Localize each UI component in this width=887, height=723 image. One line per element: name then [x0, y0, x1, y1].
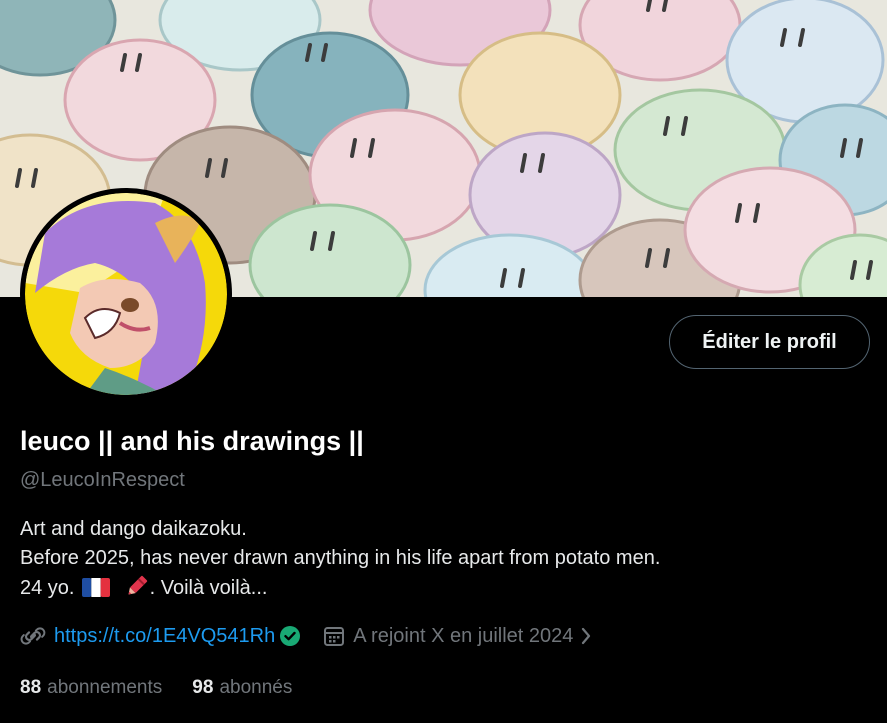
- following-count: 88: [20, 677, 42, 698]
- bio-line-3-start: 24 yo.: [20, 577, 75, 599]
- user-handle: @LeucoInRespect: [20, 469, 185, 491]
- following-link[interactable]: 88 abonnements: [20, 677, 162, 699]
- edit-profile-button[interactable]: Éditer le profil: [669, 315, 870, 369]
- bio-line-3: 24 yo. . Voilà voilà...: [20, 573, 660, 603]
- profile-avatar[interactable]: [20, 188, 232, 400]
- link-icon: [20, 627, 46, 645]
- france-flag-icon: [82, 578, 111, 597]
- bio-line-3-end: . Voilà voilà...: [149, 577, 268, 599]
- avatar-illustration: [25, 193, 227, 395]
- followers-count: 98: [192, 677, 214, 698]
- chevron-right-icon[interactable]: [579, 625, 593, 647]
- profile-bio: Art and dango daikazoku. Before 2025, ha…: [20, 515, 660, 603]
- following-label: abonnements: [47, 677, 163, 698]
- profile-meta: https://t.co/1E4VQ541Rh A rejoint X en j…: [20, 622, 593, 650]
- verified-check-icon: [280, 626, 301, 646]
- followers-label: abonnés: [219, 677, 293, 698]
- profile-stats: 88 abonnements 98 abonnés: [20, 677, 292, 699]
- calendar-icon: [324, 627, 345, 646]
- joined-date: A rejoint X en juillet 2024: [353, 624, 574, 647]
- profile-link[interactable]: https://t.co/1E4VQ541Rh: [54, 625, 275, 648]
- display-name: leuco || and his drawings ||: [20, 426, 364, 456]
- bio-line-2: Before 2025, has never drawn anything in…: [20, 547, 661, 569]
- followers-link[interactable]: 98 abonnés: [192, 677, 292, 699]
- bio-line-1: Art and dango daikazoku.: [20, 518, 247, 540]
- crayon-icon: [128, 575, 147, 595]
